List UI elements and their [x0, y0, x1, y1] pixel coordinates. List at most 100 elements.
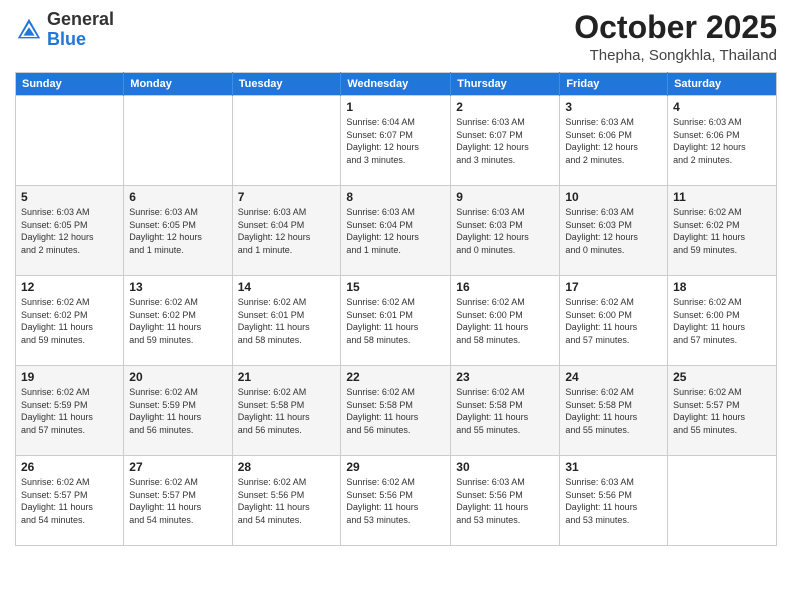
day-number: 6: [129, 190, 226, 204]
logo-icon: [15, 16, 43, 44]
calendar-cell: 30 Sunrise: 6:03 AM Sunset: 5:56 PM Dayli…: [451, 456, 560, 546]
day-number: 4: [673, 100, 771, 114]
location-title: Thepha, Songkhla, Thailand: [574, 47, 777, 64]
day-info: Sunrise: 6:02 AM Sunset: 6:01 PM Dayligh…: [346, 296, 445, 346]
month-title: October 2025: [574, 10, 777, 45]
day-number: 31: [565, 460, 662, 474]
day-info: Sunrise: 6:02 AM Sunset: 6:02 PM Dayligh…: [673, 206, 771, 256]
day-number: 25: [673, 370, 771, 384]
day-number: 8: [346, 190, 445, 204]
week-row-3: 12Sunrise: 6:02 AM Sunset: 6:02 PM Dayli…: [16, 276, 777, 366]
calendar-cell: 8 Sunrise: 6:03 AM Sunset: 6:04 PM Daylig…: [341, 186, 451, 276]
day-info: Sunrise: 6:02 AM Sunset: 5:59 PM Dayligh…: [21, 386, 118, 436]
logo-text: General Blue: [47, 10, 114, 50]
weekday-friday: Friday: [560, 73, 668, 96]
day-info: Sunrise: 6:03 AM Sunset: 5:56 PM Dayligh…: [456, 476, 554, 526]
day-number: 27: [129, 460, 226, 474]
day-info: Sunrise: 6:02 AM Sunset: 5:56 PM Dayligh…: [346, 476, 445, 526]
calendar-cell: 19Sunrise: 6:02 AM Sunset: 5:59 PM Dayli…: [16, 366, 124, 456]
day-info: Sunrise: 6:02 AM Sunset: 5:57 PM Dayligh…: [129, 476, 226, 526]
day-number: 22: [346, 370, 445, 384]
weekday-wednesday: Wednesday: [341, 73, 451, 96]
weekday-thursday: Thursday: [451, 73, 560, 96]
calendar-cell: 9Sunrise: 6:03 AM Sunset: 6:03 PM Daylig…: [451, 186, 560, 276]
calendar-cell: 7 Sunrise: 6:03 AM Sunset: 6:04 PM Daylig…: [232, 186, 341, 276]
week-row-2: 5 Sunrise: 6:03 AM Sunset: 6:05 PM Daylig…: [16, 186, 777, 276]
day-info: Sunrise: 6:03 AM Sunset: 6:04 PM Dayligh…: [346, 206, 445, 256]
day-info: Sunrise: 6:03 AM Sunset: 5:56 PM Dayligh…: [565, 476, 662, 526]
weekday-sunday: Sunday: [16, 73, 124, 96]
calendar-cell: 25 Sunrise: 6:02 AM Sunset: 5:57 PM Dayli…: [668, 366, 777, 456]
page: General Blue October 2025 Thepha, Songkh…: [0, 0, 792, 612]
calendar-cell: 23 Sunrise: 6:02 AM Sunset: 5:58 PM Dayli…: [451, 366, 560, 456]
day-number: 5: [21, 190, 118, 204]
calendar-cell: 27 Sunrise: 6:02 AM Sunset: 5:57 PM Dayli…: [124, 456, 232, 546]
day-number: 10: [565, 190, 662, 204]
day-number: 24: [565, 370, 662, 384]
day-info: Sunrise: 6:02 AM Sunset: 6:01 PM Dayligh…: [238, 296, 336, 346]
day-number: 26: [21, 460, 118, 474]
day-number: 16: [456, 280, 554, 294]
logo-blue-text: Blue: [47, 29, 86, 49]
calendar-cell: [232, 96, 341, 186]
day-info: Sunrise: 6:02 AM Sunset: 6:02 PM Dayligh…: [21, 296, 118, 346]
day-number: 3: [565, 100, 662, 114]
calendar-cell: 18Sunrise: 6:02 AM Sunset: 6:00 PM Dayli…: [668, 276, 777, 366]
calendar-cell: [124, 96, 232, 186]
calendar-cell: 15 Sunrise: 6:02 AM Sunset: 6:01 PM Dayli…: [341, 276, 451, 366]
day-number: 29: [346, 460, 445, 474]
weekday-row: SundayMondayTuesdayWednesdayThursdayFrid…: [16, 73, 777, 96]
week-row-4: 19Sunrise: 6:02 AM Sunset: 5:59 PM Dayli…: [16, 366, 777, 456]
header: General Blue October 2025 Thepha, Songkh…: [15, 10, 777, 64]
calendar-cell: 1Sunrise: 6:04 AM Sunset: 6:07 PM Daylig…: [341, 96, 451, 186]
calendar-cell: 12Sunrise: 6:02 AM Sunset: 6:02 PM Dayli…: [16, 276, 124, 366]
day-info: Sunrise: 6:02 AM Sunset: 5:56 PM Dayligh…: [238, 476, 336, 526]
day-number: 17: [565, 280, 662, 294]
calendar-cell: 4 Sunrise: 6:03 AM Sunset: 6:06 PM Daylig…: [668, 96, 777, 186]
calendar-cell: 14Sunrise: 6:02 AM Sunset: 6:01 PM Dayli…: [232, 276, 341, 366]
day-number: 15: [346, 280, 445, 294]
day-info: Sunrise: 6:02 AM Sunset: 6:00 PM Dayligh…: [565, 296, 662, 346]
day-info: Sunrise: 6:03 AM Sunset: 6:06 PM Dayligh…: [673, 116, 771, 166]
day-number: 1: [346, 100, 445, 114]
logo-general-text: General: [47, 9, 114, 29]
calendar-cell: 22 Sunrise: 6:02 AM Sunset: 5:58 PM Dayli…: [341, 366, 451, 456]
day-info: Sunrise: 6:02 AM Sunset: 6:02 PM Dayligh…: [129, 296, 226, 346]
day-info: Sunrise: 6:02 AM Sunset: 5:59 PM Dayligh…: [129, 386, 226, 436]
day-number: 20: [129, 370, 226, 384]
calendar-cell: 31 Sunrise: 6:03 AM Sunset: 5:56 PM Dayli…: [560, 456, 668, 546]
title-block: October 2025 Thepha, Songkhla, Thailand: [574, 10, 777, 64]
calendar-cell: 17 Sunrise: 6:02 AM Sunset: 6:00 PM Dayli…: [560, 276, 668, 366]
day-number: 11: [673, 190, 771, 204]
calendar-cell: 26 Sunrise: 6:02 AM Sunset: 5:57 PM Dayli…: [16, 456, 124, 546]
day-info: Sunrise: 6:02 AM Sunset: 5:58 PM Dayligh…: [238, 386, 336, 436]
day-number: 28: [238, 460, 336, 474]
day-info: Sunrise: 6:03 AM Sunset: 6:06 PM Dayligh…: [565, 116, 662, 166]
day-number: 13: [129, 280, 226, 294]
calendar-body: 1Sunrise: 6:04 AM Sunset: 6:07 PM Daylig…: [16, 96, 777, 546]
day-info: Sunrise: 6:02 AM Sunset: 5:57 PM Dayligh…: [673, 386, 771, 436]
weekday-tuesday: Tuesday: [232, 73, 341, 96]
day-number: 21: [238, 370, 336, 384]
day-info: Sunrise: 6:02 AM Sunset: 6:00 PM Dayligh…: [456, 296, 554, 346]
calendar-cell: 13 Sunrise: 6:02 AM Sunset: 6:02 PM Dayli…: [124, 276, 232, 366]
day-info: Sunrise: 6:03 AM Sunset: 6:03 PM Dayligh…: [565, 206, 662, 256]
day-info: Sunrise: 6:03 AM Sunset: 6:04 PM Dayligh…: [238, 206, 336, 256]
calendar: SundayMondayTuesdayWednesdayThursdayFrid…: [15, 72, 777, 546]
day-info: Sunrise: 6:03 AM Sunset: 6:05 PM Dayligh…: [21, 206, 118, 256]
calendar-cell: 5 Sunrise: 6:03 AM Sunset: 6:05 PM Daylig…: [16, 186, 124, 276]
day-info: Sunrise: 6:02 AM Sunset: 5:57 PM Dayligh…: [21, 476, 118, 526]
calendar-cell: [668, 456, 777, 546]
day-number: 7: [238, 190, 336, 204]
day-number: 30: [456, 460, 554, 474]
day-info: Sunrise: 6:02 AM Sunset: 5:58 PM Dayligh…: [456, 386, 554, 436]
day-number: 2: [456, 100, 554, 114]
day-number: 23: [456, 370, 554, 384]
calendar-cell: 3 Sunrise: 6:03 AM Sunset: 6:06 PM Daylig…: [560, 96, 668, 186]
day-info: Sunrise: 6:02 AM Sunset: 5:58 PM Dayligh…: [346, 386, 445, 436]
calendar-cell: 21 Sunrise: 6:02 AM Sunset: 5:58 PM Dayli…: [232, 366, 341, 456]
weekday-monday: Monday: [124, 73, 232, 96]
calendar-cell: 29 Sunrise: 6:02 AM Sunset: 5:56 PM Dayli…: [341, 456, 451, 546]
day-info: Sunrise: 6:03 AM Sunset: 6:03 PM Dayligh…: [456, 206, 554, 256]
calendar-cell: [16, 96, 124, 186]
